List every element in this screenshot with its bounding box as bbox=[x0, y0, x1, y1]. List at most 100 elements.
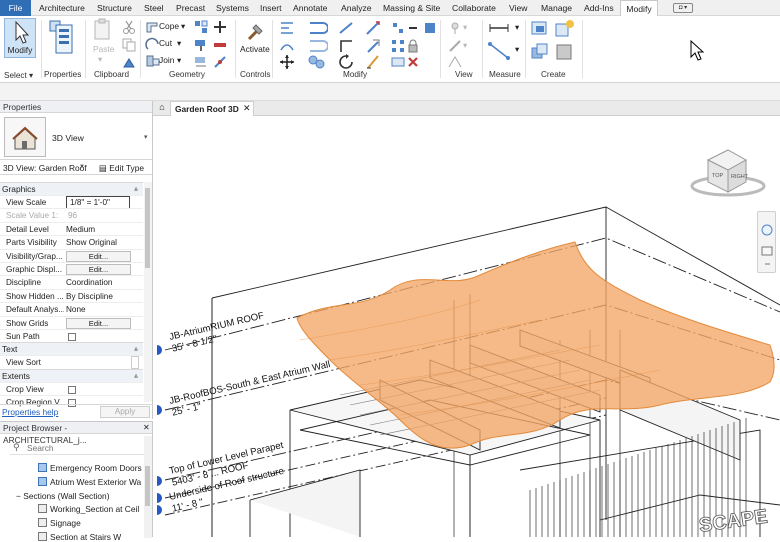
project-browser-scrollbar[interactable] bbox=[144, 436, 152, 538]
align-icon[interactable] bbox=[279, 20, 295, 36]
create-similar-icon[interactable] bbox=[530, 42, 550, 62]
split-element-icon[interactable] bbox=[212, 54, 228, 70]
cut-icon[interactable] bbox=[121, 19, 137, 35]
type-dropdown-icon[interactable]: ▾ bbox=[144, 133, 148, 141]
mirror-pick-axis-icon[interactable] bbox=[306, 20, 328, 36]
split-face-icon[interactable] bbox=[193, 19, 209, 35]
level-name-atrium-roof[interactable]: JB-AtriumRIUM ROOF bbox=[168, 310, 265, 343]
tree-item-atrium-west-exterior[interactable]: Atrium West Exterior Wa bbox=[38, 477, 141, 487]
edit-type-button[interactable]: ▤ Edit Type bbox=[99, 163, 144, 173]
panel-select[interactable]: Select ▾ bbox=[4, 70, 33, 80]
properties-help-link[interactable]: Properties help bbox=[2, 407, 58, 417]
lock-icon[interactable] bbox=[405, 38, 421, 54]
tab-collaborate[interactable]: Collaborate bbox=[452, 0, 496, 16]
view-scale-field[interactable]: 1/8" = 1'-0" bbox=[66, 196, 130, 209]
create-group-icon[interactable] bbox=[554, 42, 574, 62]
group-icon[interactable] bbox=[390, 54, 406, 70]
split-line-icon[interactable] bbox=[338, 20, 354, 36]
search-input[interactable] bbox=[27, 443, 137, 453]
modify-button[interactable]: Modify bbox=[4, 18, 36, 58]
prop-detail-level[interactable]: Detail Level Medium bbox=[0, 221, 143, 235]
join-caret-icon[interactable]: ▾ bbox=[177, 55, 181, 65]
cope-caret-icon[interactable]: ▾ bbox=[181, 21, 185, 31]
close-icon[interactable]: ✕ bbox=[143, 423, 150, 432]
instance-dropdown-icon[interactable]: ▼ bbox=[79, 164, 85, 170]
override-graphics-icon[interactable] bbox=[447, 38, 463, 54]
tab-garden-roof-3d[interactable]: Garden Roof 3D ✕ bbox=[170, 101, 254, 116]
match-properties-icon[interactable] bbox=[121, 54, 137, 70]
hide-in-view-icon[interactable] bbox=[447, 20, 463, 36]
prop-discipline[interactable]: Discipline Coordination bbox=[0, 275, 143, 288]
highlight-icon[interactable] bbox=[422, 20, 438, 36]
mirror-draw-axis-icon[interactable] bbox=[306, 38, 328, 54]
copy-element-icon[interactable] bbox=[306, 54, 328, 70]
tab-file[interactable]: File bbox=[0, 0, 31, 16]
visibility-edit-button[interactable]: Edit... bbox=[66, 250, 131, 262]
instance-filter[interactable]: 3D View: Garden Roof ▼ ▤ Edit Type bbox=[0, 161, 152, 175]
trim-extend-icon[interactable] bbox=[365, 38, 381, 54]
close-icon[interactable]: ✕ bbox=[243, 103, 251, 114]
prop-show-hidden-lines[interactable]: Show Hidden ... By Discipline bbox=[0, 288, 143, 302]
project-browser-search[interactable]: ⚲ bbox=[10, 442, 144, 455]
activate-label[interactable]: Activate bbox=[240, 44, 270, 54]
pin-icon[interactable] bbox=[390, 20, 406, 36]
type-properties-icon[interactable] bbox=[48, 19, 76, 57]
level-name-bos-atrium-wall[interactable]: JB-RoofBOS-South & East Atrium Wall bbox=[168, 359, 331, 407]
properties-scrollbar[interactable] bbox=[144, 182, 152, 402]
trim-icon[interactable] bbox=[338, 38, 354, 54]
tree-item-emergency-room-doors[interactable]: Emergency Room Doors bbox=[38, 463, 142, 473]
measure-icon[interactable] bbox=[488, 20, 514, 36]
copy-icon[interactable] bbox=[121, 37, 137, 53]
home-icon[interactable]: ⌂ bbox=[156, 102, 168, 115]
tab-systems[interactable]: Systems bbox=[216, 0, 249, 16]
show-grids-edit-button[interactable]: Edit... bbox=[66, 317, 131, 329]
prop-default-analysis[interactable]: Default Analys... None bbox=[0, 302, 143, 315]
demolish-icon[interactable] bbox=[212, 37, 228, 53]
wall-joins-icon[interactable] bbox=[212, 19, 228, 35]
dimension-caret-icon[interactable]: ▾ bbox=[515, 44, 519, 54]
remove-paint-icon[interactable] bbox=[193, 54, 209, 70]
tab-structure[interactable]: Structure bbox=[97, 0, 132, 16]
panel-toggle-icon[interactable]: ◘ ▾ bbox=[673, 3, 693, 13]
create-assembly-icon[interactable] bbox=[530, 20, 550, 38]
hide-caret-icon[interactable]: ▾ bbox=[463, 22, 467, 32]
tab-analyze[interactable]: Analyze bbox=[341, 0, 372, 16]
rotate-icon[interactable] bbox=[336, 54, 356, 70]
tab-massing-site[interactable]: Massing & Site bbox=[383, 0, 440, 16]
array-icon[interactable] bbox=[390, 38, 406, 54]
tree-item-section-at-stairs[interactable]: Section at Stairs W bbox=[38, 532, 121, 542]
tab-architecture[interactable]: Architecture bbox=[39, 0, 85, 16]
tab-insert[interactable]: Insert bbox=[260, 0, 282, 16]
viewcube[interactable]: TOP RIGHT bbox=[690, 149, 766, 197]
aligned-dimension-icon[interactable] bbox=[488, 40, 514, 62]
graphic-display-edit-button[interactable]: Edit... bbox=[66, 263, 131, 275]
type-selector[interactable]: 3D View ▾ bbox=[0, 113, 152, 160]
3d-view-canvas[interactable]: JB-AtriumRIUM ROOF 35' - 8 1/2" JB-RoofB… bbox=[153, 116, 780, 537]
create-parts-icon[interactable] bbox=[554, 18, 576, 40]
tab-manage[interactable]: Manage bbox=[541, 0, 572, 16]
tab-steel[interactable]: Steel bbox=[144, 0, 164, 16]
tree-item-signage[interactable]: Signage bbox=[38, 518, 81, 528]
group-graphics[interactable]: Graphics ⩓ bbox=[0, 182, 143, 195]
group-extents[interactable]: Extents ⩓ bbox=[0, 368, 143, 382]
linework-icon[interactable] bbox=[447, 54, 463, 70]
tree-item-working-section[interactable]: Working_Section at Ceil bbox=[38, 504, 139, 514]
tree-item-sections-wall-section[interactable]: − Sections (Wall Section) bbox=[16, 491, 110, 501]
offset-icon[interactable] bbox=[279, 38, 295, 54]
collapse-icon[interactable]: − bbox=[16, 491, 21, 501]
group-text[interactable]: Text ⩓ bbox=[0, 342, 143, 356]
apply-button[interactable]: Apply bbox=[100, 406, 150, 418]
prop-parts-visibility[interactable]: Parts Visibility Show Original bbox=[0, 235, 143, 248]
zoom-region-icon[interactable] bbox=[761, 246, 773, 256]
tab-annotate[interactable]: Annotate bbox=[293, 0, 327, 16]
steering-wheel-icon[interactable] bbox=[761, 224, 773, 236]
view-sort-field[interactable] bbox=[131, 356, 139, 370]
activate-icon[interactable] bbox=[245, 21, 265, 43]
scale-icon[interactable] bbox=[365, 54, 381, 70]
tab-precast[interactable]: Precast bbox=[176, 0, 205, 16]
tab-view[interactable]: View bbox=[509, 0, 527, 16]
unpin-icon[interactable] bbox=[405, 20, 421, 36]
measure-caret-icon[interactable]: ▾ bbox=[515, 22, 519, 32]
tab-add-ins[interactable]: Add-Ins bbox=[584, 0, 614, 16]
cut-caret-icon[interactable]: ▾ bbox=[177, 38, 181, 48]
